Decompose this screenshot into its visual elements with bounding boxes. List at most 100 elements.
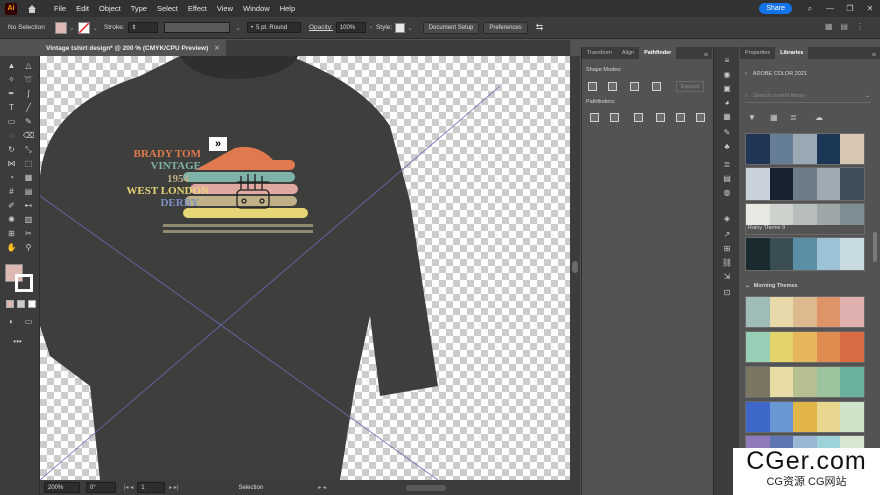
- color-swatch[interactable]: [746, 238, 770, 270]
- color-swatch[interactable]: [840, 332, 864, 362]
- color-swatch[interactable]: [793, 402, 817, 432]
- color-swatch[interactable]: [840, 238, 864, 270]
- tab-libraries[interactable]: Libraries: [775, 47, 809, 59]
- direct-selection-tool-icon[interactable]: △: [23, 60, 34, 71]
- home-icon[interactable]: [26, 3, 38, 15]
- minus-front-icon[interactable]: [608, 82, 617, 91]
- layers-icon[interactable]: ◈: [722, 213, 732, 223]
- symbols-icon[interactable]: ♣: [722, 141, 732, 151]
- stroke-swatch[interactable]: [78, 21, 91, 34]
- color-swatch[interactable]: [793, 168, 817, 200]
- color-swatch[interactable]: [816, 332, 841, 362]
- stroke-panel-icon[interactable]: ≣: [722, 159, 732, 169]
- color-swatch[interactable]: [746, 168, 770, 200]
- pen-tool-icon[interactable]: ✒: [6, 88, 17, 99]
- palette-rainy-1[interactable]: [745, 133, 865, 165]
- color-swatch[interactable]: [816, 204, 841, 225]
- cloud-icon[interactable]: ☁: [815, 113, 823, 122]
- trim-icon[interactable]: [610, 113, 619, 122]
- swatches-icon[interactable]: ▦: [722, 111, 732, 121]
- palette-rainy-2[interactable]: [745, 167, 865, 201]
- chevron-down-icon[interactable]: ⌄: [92, 24, 97, 32]
- document-setup-button[interactable]: Document Setup: [422, 21, 480, 34]
- eraser-icon[interactable]: ⌫: [23, 130, 34, 141]
- close-icon[interactable]: ✕: [214, 44, 219, 52]
- line-tool-icon[interactable]: ╱: [23, 102, 34, 113]
- maximize-button[interactable]: ❐: [840, 4, 860, 13]
- artboard-canvas[interactable]: » BRADY TOM VINTAGE 1954 WEST LONDON DER…: [40, 56, 570, 480]
- next-artboard-icon[interactable]: ▸ ▸|: [169, 484, 178, 491]
- color-swatch[interactable]: [793, 238, 817, 270]
- color-swatch[interactable]: [793, 134, 817, 164]
- width-tool-icon[interactable]: ⋈: [6, 158, 17, 169]
- screen-mode-icon[interactable]: ▭: [23, 316, 34, 327]
- scroll-thumb[interactable]: [572, 261, 578, 273]
- color-swatch[interactable]: [840, 134, 864, 164]
- color-swatch[interactable]: [840, 367, 864, 397]
- color-swatch[interactable]: [746, 134, 770, 164]
- crop-icon[interactable]: [656, 113, 665, 122]
- share-button[interactable]: Share: [759, 3, 792, 14]
- blend-tool-icon[interactable]: ⊷: [23, 200, 34, 211]
- slice-tool-icon[interactable]: ✂: [23, 228, 34, 239]
- stroke-color-box[interactable]: [15, 274, 33, 292]
- menu-edit[interactable]: Edit: [71, 4, 94, 13]
- chevron-down-icon[interactable]: ⌄: [745, 283, 750, 289]
- hand-tool-icon[interactable]: ✋: [6, 242, 17, 253]
- menu-select[interactable]: Select: [152, 4, 183, 13]
- color-swatch[interactable]: [769, 367, 794, 397]
- color-swatch[interactable]: [840, 402, 864, 432]
- color-swatch[interactable]: [769, 297, 794, 327]
- artboard-tool-icon[interactable]: ⊞: [6, 228, 17, 239]
- color-icon[interactable]: ◕: [722, 97, 732, 107]
- brush-definition[interactable]: • 5 pt. Round: [246, 22, 301, 33]
- shape-builder-icon[interactable]: ◔: [6, 172, 17, 183]
- search-icon[interactable]: ⌕: [800, 4, 820, 14]
- properties-icon[interactable]: ⊡: [722, 287, 732, 297]
- color-swatch[interactable]: [746, 402, 770, 432]
- graph-tool-icon[interactable]: ▥: [23, 214, 34, 225]
- color-swatch[interactable]: [816, 367, 841, 397]
- list-view-icon[interactable]: ≣: [790, 113, 797, 122]
- opacity-field[interactable]: 100%: [335, 22, 366, 33]
- color-swatch[interactable]: [769, 332, 794, 362]
- chevron-down-icon[interactable]: ⌄: [865, 93, 870, 99]
- color-swatch[interactable]: [816, 168, 841, 200]
- library-breadcrumb[interactable]: ‹ ADOBE COLOR 2021: [745, 71, 807, 77]
- color-swatch[interactable]: [769, 204, 794, 225]
- vertical-scrollbar[interactable]: [570, 56, 580, 480]
- grid-view-icon[interactable]: ▦: [770, 113, 778, 122]
- transparency-icon[interactable]: ◍: [722, 187, 732, 197]
- color-swatch[interactable]: [769, 168, 794, 200]
- palette-rainy-4[interactable]: [745, 237, 865, 271]
- chevron-right-icon[interactable]: ›: [370, 24, 372, 31]
- symbol-sprayer-icon[interactable]: ✺: [6, 214, 17, 225]
- eyedropper-icon[interactable]: ✐: [6, 200, 17, 211]
- palette-morning-4[interactable]: [745, 401, 865, 433]
- artboards-icon[interactable]: ⊞: [722, 243, 732, 253]
- curvature-tool-icon[interactable]: ∫: [23, 88, 34, 99]
- more-tools-icon[interactable]: •••: [12, 336, 23, 347]
- tab-pathfinder[interactable]: Pathfinder: [639, 47, 677, 59]
- panel-menu-icon[interactable]: ≡: [704, 52, 708, 59]
- color-swatch[interactable]: [816, 297, 841, 327]
- color-swatch[interactable]: [840, 204, 864, 225]
- preferences-button[interactable]: Preferences: [483, 21, 528, 34]
- color-swatch[interactable]: [746, 204, 770, 225]
- scale-tool-icon[interactable]: ⤡: [23, 144, 34, 155]
- expand-button[interactable]: Expand: [676, 81, 704, 92]
- fill-swatch[interactable]: [55, 21, 67, 34]
- tab-properties[interactable]: Properties: [740, 47, 775, 59]
- horizontal-scroll-thumb[interactable]: [405, 484, 446, 491]
- merge-icon[interactable]: [634, 113, 643, 122]
- magic-wand-icon[interactable]: ✧: [6, 74, 17, 85]
- rotation-field[interactable]: 0°: [86, 482, 116, 493]
- paintbrush-icon[interactable]: ✎: [23, 116, 34, 127]
- rectangle-tool-icon[interactable]: ▭: [6, 116, 17, 127]
- perspective-grid-icon[interactable]: ▦: [23, 172, 34, 183]
- color-swatch[interactable]: [816, 402, 841, 432]
- divide-icon[interactable]: [590, 113, 599, 122]
- appearance-icon[interactable]: ◉: [722, 69, 732, 79]
- menu-window[interactable]: Window: [238, 4, 275, 13]
- arrange-icon[interactable]: ⇆: [536, 22, 544, 33]
